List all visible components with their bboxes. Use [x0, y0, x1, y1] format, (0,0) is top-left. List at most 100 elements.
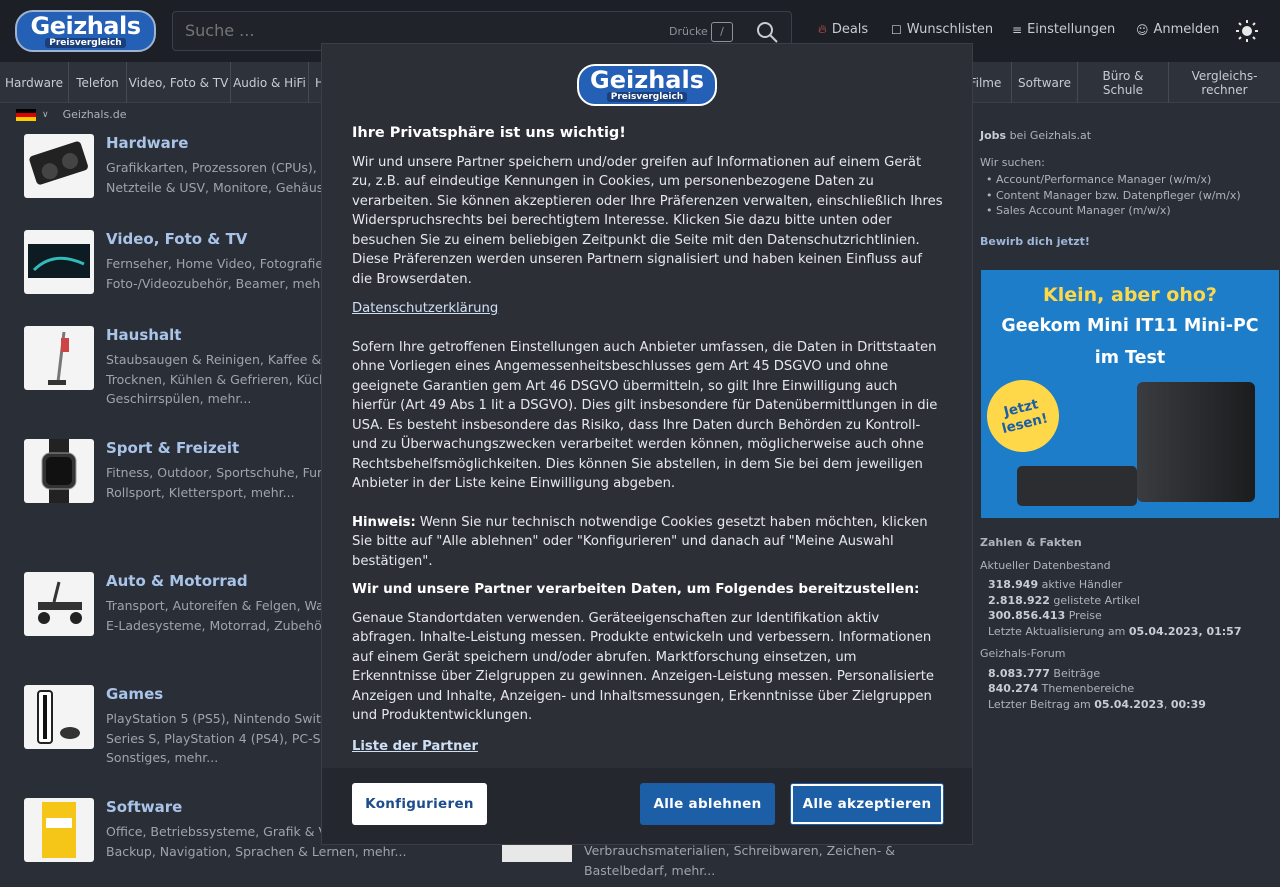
ad-line1: Klein, aber oho? — [1043, 284, 1217, 306]
cat-tab-hardware[interactable]: Hardware — [0, 62, 69, 103]
germany-flag-icon[interactable] — [16, 108, 36, 121]
facts-forum-label[interactable]: Geizhals-Forum — [980, 646, 1241, 662]
accept-all-button[interactable]: Alle akzeptieren — [790, 783, 944, 825]
consent-body: Ihre Privatsphäre ist uns wichtig! Wir u… — [352, 124, 944, 756]
deals-link[interactable]: 🔥︎ Deals — [818, 22, 868, 37]
fact-label: Letzte Aktualisierung am — [988, 624, 1129, 638]
job-label: Sales Account Manager (m/w/x) — [996, 204, 1171, 217]
login-link[interactable]: ☺ Anmelden — [1136, 22, 1219, 37]
desc-line: Foto-/Videozubehör, Beamer, mehr... — [106, 275, 337, 291]
fact-posts: 8.083.777 Beiträge — [988, 666, 1241, 682]
cat-tab-audio[interactable]: Audio & HiFi — [231, 62, 309, 103]
desc-line: Backup, Navigation, Sprachen & Lernen, m… — [106, 843, 407, 859]
fact-label: Beiträge — [1049, 666, 1101, 680]
cat-tab-telefon[interactable]: Telefon — [69, 62, 127, 103]
category-desc: Fernseher, Home Video, Fotografie, Foto-/… — [106, 254, 336, 293]
job-item[interactable]: • Account/Performance Manager (w/m/x) — [986, 172, 1241, 188]
fact-num: 8.083.777 — [988, 666, 1050, 680]
category-title[interactable]: Sport & Freizeit — [106, 439, 239, 457]
fact-num: 05.04.2023 — [1094, 697, 1164, 711]
desc-line: Geschirrspülen, mehr... — [106, 391, 252, 406]
chevron-down-icon[interactable]: ∨ — [42, 110, 49, 120]
cat-tab-buero[interactable]: Büro & Schule — [1078, 62, 1169, 103]
category-desc: PlayStation 5 (PS5), Nintendo Switch Seri… — [106, 709, 336, 768]
category-title[interactable]: Hardware — [106, 134, 188, 152]
facts-title: Zahlen & Fakten — [980, 536, 1082, 549]
desc-line: Transport, Autoreifen & Felgen, Wart — [106, 598, 334, 613]
consent-dialog: Geizhals Preisvergleich Ihre Privatsphär… — [322, 44, 972, 844]
flame-icon: 🔥︎ — [818, 22, 827, 36]
modal-logo-text: Geizhals — [590, 66, 704, 94]
desc-line: Rollsport, Klettersport, mehr... — [106, 484, 295, 500]
privacy-policy-link[interactable]: Datenschutzerklärung — [352, 301, 498, 316]
job-item[interactable]: • Sales Account Manager (m/w/x) — [986, 203, 1241, 219]
bike-rack-image — [24, 572, 94, 636]
reject-all-button[interactable]: Alle ablehnen — [640, 783, 775, 825]
desc-line: E-Ladesysteme, Motorrad, Zubehör, — [106, 617, 331, 633]
hint-text: Wenn Sie nur technisch notwendige Cookie… — [352, 514, 928, 569]
search-hint: Drücke — [669, 25, 708, 38]
search-shortcut-key: / — [711, 22, 733, 42]
wishlists-label: Wunschlisten — [906, 22, 994, 37]
search-input[interactable] — [185, 21, 605, 40]
fact-label: , — [1163, 697, 1171, 711]
category-title[interactable]: Haushalt — [106, 326, 181, 344]
fact-articles: 2.818.922 gelistete Artikel — [988, 593, 1241, 609]
login-label: Anmelden — [1153, 22, 1220, 37]
fact-num: 840.274 — [988, 682, 1039, 695]
cat-tab-software[interactable]: Software — [1012, 62, 1078, 103]
deals-label: Deals — [831, 22, 869, 37]
fact-num: 00:39 — [1170, 697, 1206, 711]
fact-dealers: 318.949 aktive Händler — [988, 577, 1241, 593]
job-label: Account/Performance Manager (w/m/x) — [996, 173, 1212, 186]
settings-link[interactable]: ≡ Einstellungen — [1012, 22, 1115, 37]
theme-toggle-sun-icon[interactable] — [1236, 20, 1258, 42]
ad-line2: Geekom Mini IT11 Mini-PC — [1001, 316, 1259, 336]
cat-tab-video[interactable]: Video, Foto & TV — [127, 62, 231, 103]
desc-line: Staubsaugen & Reinigen, Kaffee & T — [106, 352, 333, 367]
facts-data-label: Aktueller Datenbestand — [980, 558, 1111, 572]
desc-line: Sonstiges, mehr... — [106, 750, 219, 765]
fact-num: 318.949 — [988, 578, 1039, 591]
job-item[interactable]: • Content Manager bzw. Datenpfleger (w/m… — [986, 188, 1241, 204]
desc-line: Fernseher, Home Video, Fotografie, — [106, 256, 328, 271]
fact-update: Letzte Aktualisierung am 05.04.2023, 01:… — [988, 624, 1241, 640]
jobs-title: Jobs — [980, 129, 1007, 142]
partners-list-link[interactable]: Liste der Partner — [352, 739, 478, 754]
vacuum-image — [24, 326, 94, 390]
playstation-image — [24, 685, 94, 749]
desc-line: Series S, PlayStation 4 (PS4), PC-Spi — [106, 730, 332, 746]
category-title[interactable]: Auto & Motorrad — [106, 572, 248, 590]
consent-title: Ihre Privatsphäre ist uns wichtig! — [352, 125, 626, 141]
sliders-icon: ≡ — [1012, 22, 1023, 37]
mini-pc-image — [1017, 466, 1137, 506]
wishlists-link[interactable]: ☐ Wunschlisten — [891, 22, 993, 37]
jobs-subtitle: bei Geizhals.at — [1006, 129, 1092, 142]
cat-tab-vergleichsrechner[interactable]: Vergleichs-rechner — [1169, 62, 1280, 103]
user-icon: ☺ — [1136, 22, 1149, 37]
consent-text-2: Sofern Ihre getroffenen Einstellungen au… — [352, 339, 938, 492]
fact-label: aktive Händler — [1038, 578, 1123, 591]
software-box-image — [24, 798, 94, 862]
desc-line: Fitness, Outdoor, Sportschuhe, Funk — [106, 465, 333, 480]
ad-line3: im Test — [1094, 348, 1166, 368]
category-title[interactable]: Video, Foto & TV — [106, 230, 247, 248]
breadcrumb-site[interactable]: Geizhals.de — [63, 108, 127, 121]
category-title[interactable]: Software — [106, 798, 182, 816]
consent-footer: Konfigurieren Alle ablehnen Alle akzepti… — [322, 768, 972, 844]
desc-line: PlayStation 5 (PS5), Nintendo Switch — [106, 711, 336, 726]
jobs-box: Jobs bei Geizhals.at Wir suchen: • Accou… — [980, 129, 1241, 248]
geizhals-logo[interactable]: Geizhals Preisvergleich — [15, 10, 156, 52]
consent-hint: Hinweis: Wenn Sie nur technisch notwendi… — [352, 513, 944, 572]
desc-line: Netzteile & USV, Monitore, Gehäuse — [106, 179, 331, 195]
category-desc: Fitness, Outdoor, Sportschuhe, Funk Rolls… — [106, 463, 332, 502]
category-title[interactable]: Games — [106, 685, 163, 703]
configure-button[interactable]: Konfigurieren — [352, 783, 487, 825]
purposes-title: Wir und unsere Partner verarbeiten Daten… — [352, 581, 920, 597]
apply-link[interactable]: Bewirb dich jetzt! — [980, 235, 1241, 248]
category-desc: Grafikkarten, Prozessoren (CPUs), Fe Netz… — [106, 158, 335, 197]
category-desc: Transport, Autoreifen & Felgen, Wart E-La… — [106, 596, 334, 635]
ad-banner[interactable]: Klein, aber oho? Geekom Mini IT11 Mini-P… — [981, 270, 1279, 518]
search-icon[interactable] — [755, 20, 779, 44]
fact-topics: 840.274 Themenbereiche — [988, 681, 1241, 697]
